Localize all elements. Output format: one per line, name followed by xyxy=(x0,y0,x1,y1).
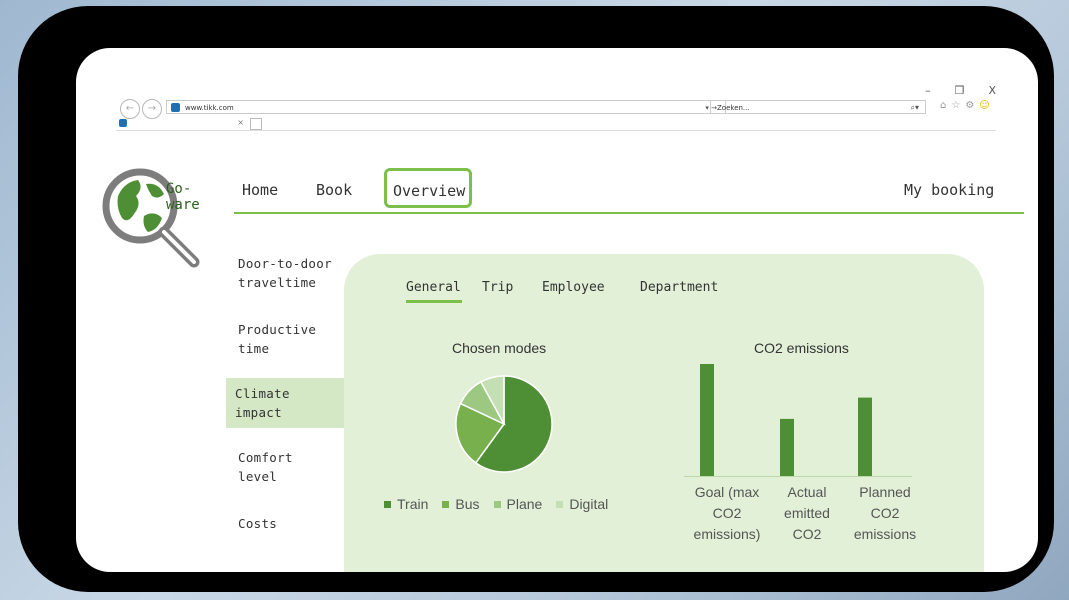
home-icon[interactable]: ⌂ xyxy=(940,100,946,111)
subtab-active-indicator xyxy=(406,300,462,303)
legend-label-plane: Plane xyxy=(506,496,543,512)
site-favicon-icon xyxy=(171,103,180,112)
close-window-button[interactable]: X xyxy=(988,84,996,97)
sidebar-item-comfort-level[interactable]: Comfort level xyxy=(238,448,293,486)
logo-text: Go- ware xyxy=(166,181,200,213)
subtab-department[interactable]: Department xyxy=(640,280,718,295)
legend-swatch-train xyxy=(384,500,391,508)
subtab-general[interactable]: General xyxy=(406,280,461,295)
top-navigation: Home Book Overview My booking xyxy=(234,168,1024,214)
bar-planned xyxy=(858,397,872,476)
nav-my-booking[interactable]: My booking xyxy=(904,181,994,199)
new-tab-button[interactable] xyxy=(250,118,262,130)
search-box[interactable]: Zoeken... ⌕▾ xyxy=(710,100,926,114)
device-frame: – ❐ X ← → www.tikk.com ▾ → Zoeken... ⌕▾ … xyxy=(18,6,1054,592)
browser-tab[interactable]: × xyxy=(116,116,246,130)
legend-train: Train xyxy=(384,496,428,512)
address-bar[interactable]: www.tikk.com ▾ → xyxy=(166,100,726,114)
favorites-star-icon[interactable]: ☆ xyxy=(951,100,960,111)
bar-goal xyxy=(700,364,714,476)
nav-overview-label: Overview xyxy=(393,182,466,200)
subtab-trip[interactable]: Trip xyxy=(482,280,513,295)
browser-toolbar-icons: ⌂ ☆ ⚙ ☺ xyxy=(940,100,990,111)
pie-chart-title: Chosen modes xyxy=(452,340,547,356)
bar-chart xyxy=(684,364,912,477)
bar-label-goal: Goal (max CO2 emissions) xyxy=(693,484,761,542)
legend-bus: Bus xyxy=(442,496,480,512)
overview-panel: General Trip Employee Department Chosen … xyxy=(344,254,984,572)
sidebar-item-climate-impact[interactable]: Climate impact xyxy=(235,384,290,422)
sidebar-item-costs[interactable]: Costs xyxy=(238,514,277,533)
sidebar-item-door-to-door[interactable]: Door-to-door traveltime xyxy=(238,254,332,292)
legend-swatch-bus xyxy=(442,500,450,508)
legend-digital: Digital xyxy=(556,496,608,512)
legend-label-bus: Bus xyxy=(455,496,480,512)
nav-home[interactable]: Home xyxy=(242,181,278,199)
legend-label-digital: Digital xyxy=(569,496,609,512)
tab-strip: × xyxy=(116,116,996,131)
legend-plane: Plane xyxy=(493,496,543,512)
window-controls: – ❐ X xyxy=(925,84,996,97)
settings-gear-icon[interactable]: ⚙ xyxy=(965,100,974,111)
browser-screen: – ❐ X ← → www.tikk.com ▾ → Zoeken... ⌕▾ … xyxy=(76,48,1038,572)
subtab-employee[interactable]: Employee xyxy=(542,280,605,295)
go-ware-logo[interactable] xyxy=(98,158,208,268)
bar-actual xyxy=(780,418,794,476)
sidebar-item-productive-time[interactable]: Productive time xyxy=(238,320,316,358)
bar-label-planned: Planned CO2 emissions xyxy=(853,484,917,542)
tab-close-icon[interactable]: × xyxy=(237,116,244,130)
search-placeholder: Zoeken... xyxy=(717,104,750,112)
restore-button[interactable]: ❐ xyxy=(955,84,965,97)
pie-chart xyxy=(455,375,553,473)
search-icon[interactable]: ⌕▾ xyxy=(911,101,920,115)
tab-favicon-icon xyxy=(119,119,127,127)
browser-chrome: – ❐ X ← → www.tikk.com ▾ → Zoeken... ⌕▾ … xyxy=(76,48,1038,138)
legend-swatch-plane xyxy=(493,500,501,508)
nav-book[interactable]: Book xyxy=(316,181,352,199)
legend-swatch-digital xyxy=(556,500,564,508)
legend-label-train: Train xyxy=(397,496,429,512)
nav-overview[interactable]: Overview xyxy=(384,168,472,208)
minimize-button[interactable]: – xyxy=(925,84,931,97)
smiley-feedback-icon[interactable]: ☺ xyxy=(979,100,989,111)
pie-legend: Train Bus Plane Digital xyxy=(384,496,608,512)
address-url: www.tikk.com xyxy=(185,104,234,112)
bar-label-actual: Actual emitted CO2 xyxy=(784,484,830,542)
